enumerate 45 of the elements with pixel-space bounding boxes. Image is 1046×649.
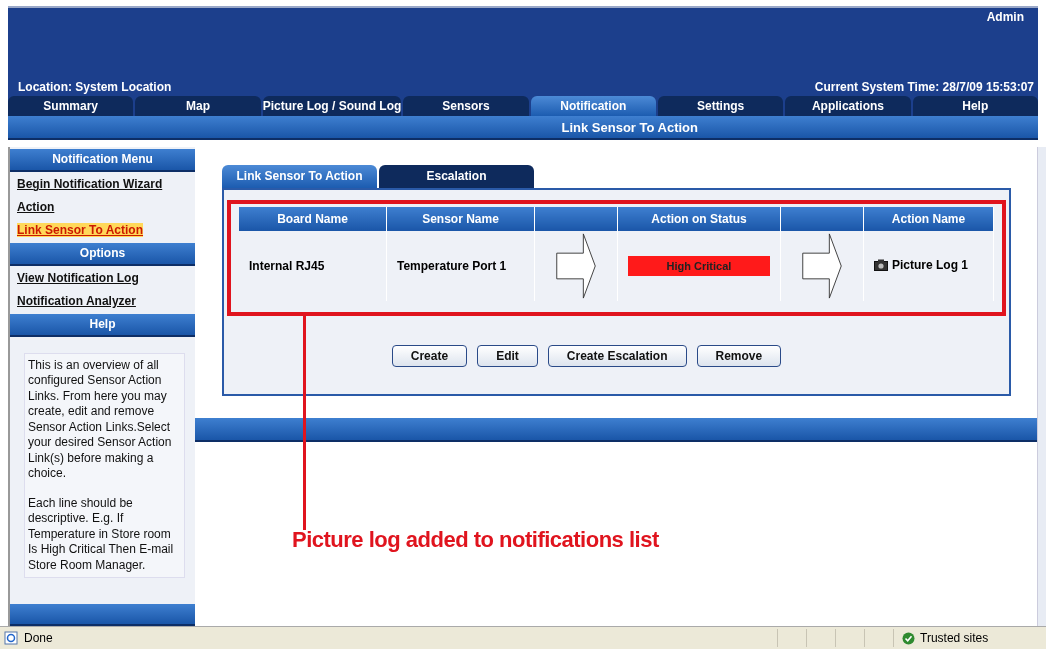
sub-tab[interactable]: Link Sensor To Action bbox=[222, 165, 377, 188]
annotation-text: Picture log added to notifications list bbox=[292, 527, 659, 553]
nav-tab[interactable]: Summary bbox=[8, 96, 134, 116]
page-title: Link Sensor To Action bbox=[561, 119, 698, 135]
help-text: Each line should be descriptive. E.g. If Temperature in Store room Is High Critical Then E-mail Store Room Manager. bbox=[28, 495, 175, 574]
action-button[interactable]: Create bbox=[391, 345, 468, 367]
nav-tab[interactable]: Applications bbox=[785, 96, 911, 116]
column-header: Board Name bbox=[239, 207, 387, 231]
user-name: Admin bbox=[986, 10, 1024, 24]
table-cell: Temperature Port 1 bbox=[397, 259, 507, 273]
nav-tab[interactable]: Help bbox=[912, 96, 1038, 116]
nav-tab[interactable]: Map bbox=[135, 96, 261, 116]
sidebar-link[interactable]: Notification Analyzer bbox=[17, 294, 136, 309]
column-header: Sensor Name bbox=[386, 207, 535, 231]
sidebar-header: Help bbox=[10, 313, 195, 337]
nav-tab[interactable]: Notification bbox=[530, 96, 656, 116]
sidebar-header: Options bbox=[10, 242, 195, 266]
table-cell: Picture Log 1 bbox=[892, 258, 968, 272]
column-header: Action on Status bbox=[617, 207, 781, 231]
table-cell: Internal RJ45 bbox=[249, 259, 325, 273]
sidebar-link[interactable]: Link Sensor To Action bbox=[17, 223, 143, 238]
arrow-icon bbox=[554, 233, 598, 299]
system-time: Current System Time: 28/7/09 15:53:07 bbox=[814, 80, 1034, 94]
status-badge: High Critical bbox=[628, 256, 770, 276]
sidebar-link[interactable]: Action bbox=[17, 200, 55, 215]
nav-tab[interactable]: Settings bbox=[657, 96, 784, 116]
check-icon bbox=[902, 631, 915, 645]
sidebar-header: Notification Menu bbox=[10, 149, 195, 172]
page-icon bbox=[4, 631, 20, 645]
help-text: This is an overview of all configured Sensor Action Links. From here you may create, edit and remove Sensor Action Links.Select your desired Sensor Action Link(s) before making a choice. bbox=[28, 357, 173, 482]
arrow-icon bbox=[800, 233, 844, 299]
status-text: Done bbox=[24, 631, 53, 645]
sidebar-link[interactable]: View Notification Log bbox=[17, 271, 139, 286]
security-zone: Trusted sites bbox=[920, 631, 989, 645]
camera-icon bbox=[874, 259, 888, 271]
sidebar-link[interactable]: Begin Notification Wizard bbox=[17, 177, 163, 192]
action-button[interactable]: Create Escalation bbox=[547, 345, 687, 367]
sub-tab[interactable]: Escalation bbox=[379, 165, 534, 188]
action-button[interactable]: Remove bbox=[696, 345, 782, 367]
scrollbar[interactable] bbox=[1037, 147, 1046, 626]
nav-tab[interactable]: Picture Log / Sound Log bbox=[262, 96, 402, 116]
location-label: Location: System Location bbox=[18, 80, 172, 94]
action-button[interactable]: Edit bbox=[477, 345, 538, 367]
column-header: Action Name bbox=[863, 207, 994, 231]
nav-tab[interactable]: Sensors bbox=[403, 96, 529, 116]
